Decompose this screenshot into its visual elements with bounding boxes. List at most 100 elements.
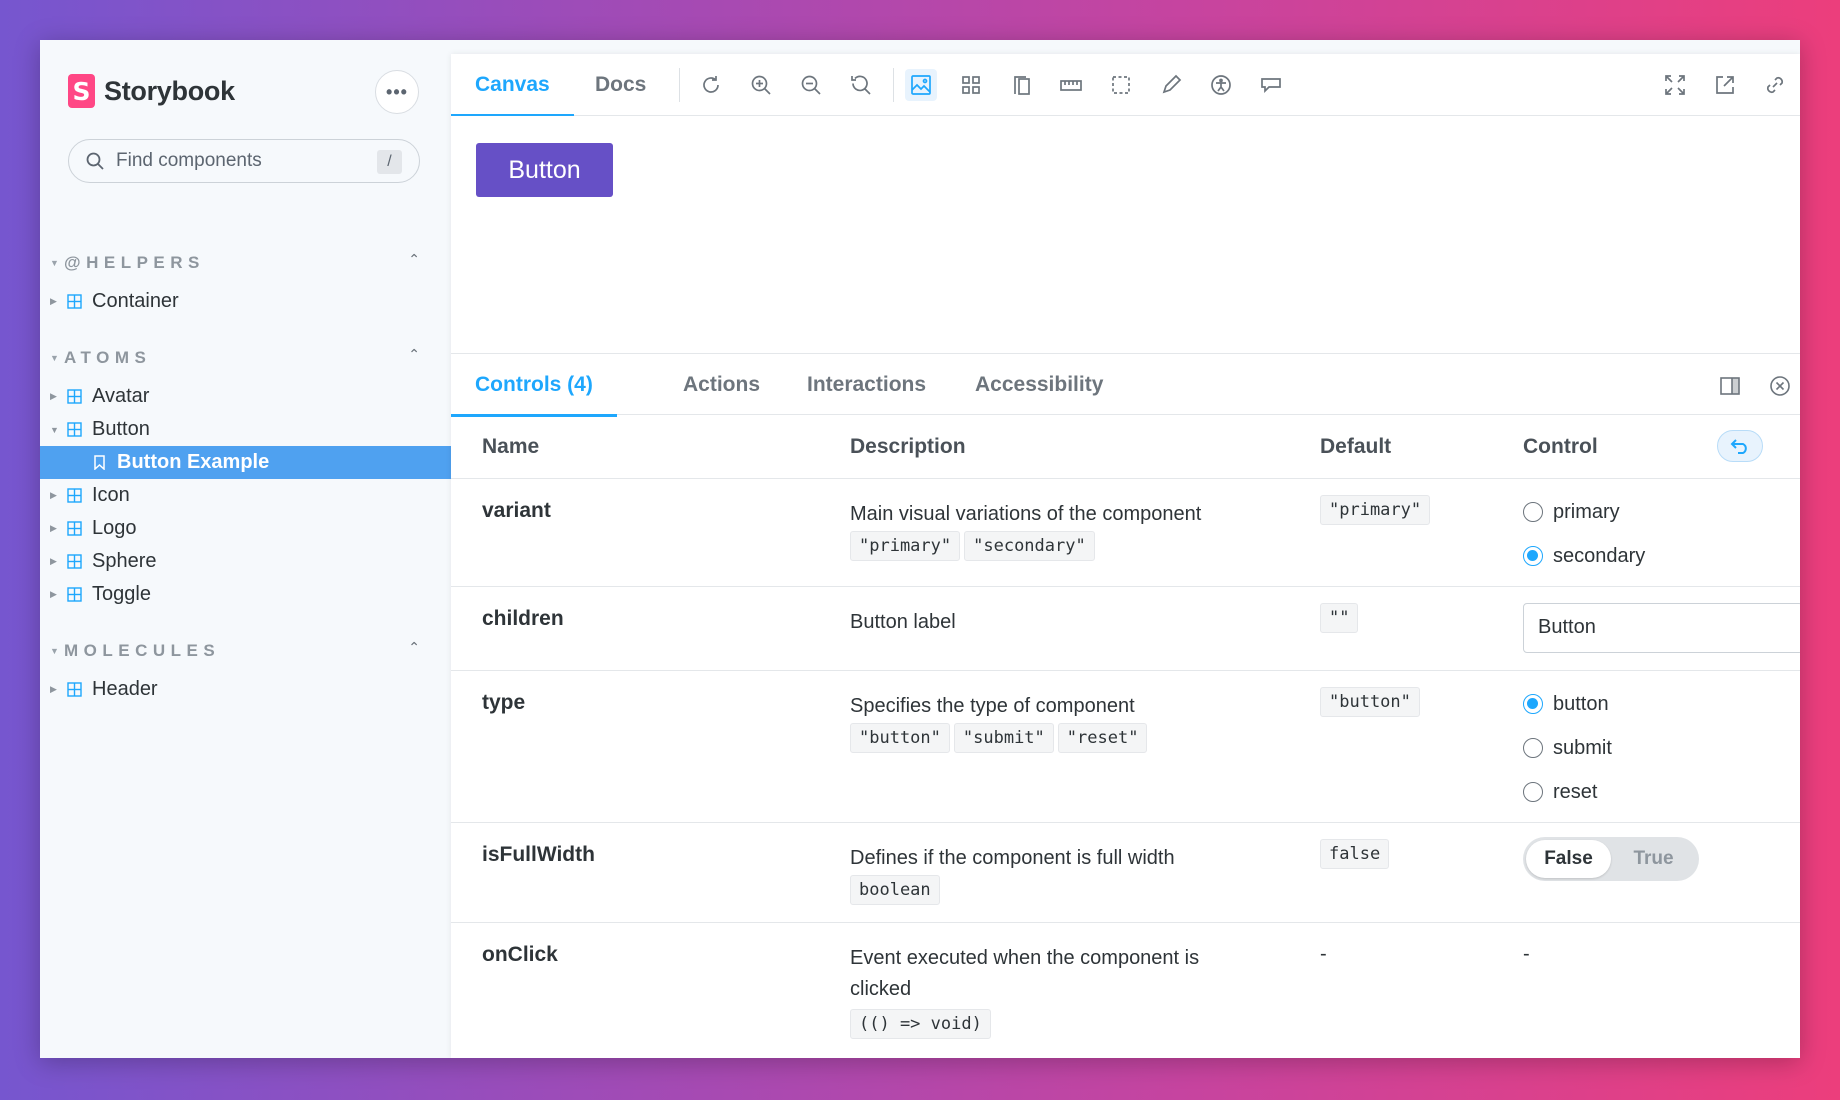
- viewport-icon[interactable]: [1005, 69, 1037, 101]
- pencil-icon[interactable]: [1155, 69, 1187, 101]
- expand-caret-icon: ▶: [50, 556, 57, 566]
- component-icon: [67, 294, 82, 309]
- table-row: onClick Event executed when the componen…: [451, 923, 1800, 1058]
- open-new-tab-icon[interactable]: [1709, 69, 1741, 101]
- table-row: children Button label "": [451, 587, 1800, 671]
- prop-description: Event executed when the component is cli…: [850, 943, 1240, 1039]
- collapse-caret-icon: ▼: [50, 646, 59, 656]
- component-icon: [67, 554, 82, 569]
- type-chip: "button": [850, 723, 950, 753]
- expand-all-icon[interactable]: ⌃: [408, 639, 420, 656]
- radio-option[interactable]: primary: [1523, 490, 1645, 534]
- default-chip: "": [1320, 603, 1359, 633]
- tree-item-header[interactable]: ▶ Header: [40, 673, 451, 706]
- search-box[interactable]: /: [68, 139, 420, 183]
- toolbar-divider: [893, 68, 894, 102]
- radio-option[interactable]: submit: [1523, 726, 1612, 770]
- header-description: Description: [850, 435, 966, 458]
- radio-label: primary: [1553, 500, 1620, 523]
- tab-docs[interactable]: Docs: [595, 54, 646, 116]
- tree-item-label: Container: [92, 290, 179, 312]
- background-icon[interactable]: [905, 69, 937, 101]
- group-atoms[interactable]: ▼ ATOMS ⌃: [50, 346, 420, 369]
- tree-item-button-example[interactable]: Button Example: [40, 446, 451, 479]
- sidebar-menu-button[interactable]: •••: [375, 70, 419, 114]
- radio-option[interactable]: button: [1523, 682, 1612, 726]
- radio-group-type: button submit reset: [1523, 691, 1612, 814]
- radio-option[interactable]: secondary: [1523, 534, 1645, 578]
- tab-actions[interactable]: Actions: [683, 354, 760, 416]
- zoom-reset-icon[interactable]: [845, 69, 877, 101]
- prop-default: false: [1320, 839, 1393, 869]
- measure-icon[interactable]: [1055, 69, 1087, 101]
- search-input[interactable]: [116, 150, 366, 172]
- component-icon: [67, 521, 82, 536]
- tree-item-icon[interactable]: ▶ Icon: [40, 479, 451, 512]
- search-shortcut-key: /: [377, 150, 402, 174]
- prop-default: "button": [1320, 687, 1424, 717]
- expand-caret-icon: ▶: [50, 296, 57, 306]
- expand-all-icon[interactable]: ⌃: [408, 251, 420, 268]
- canvas-preview: Button: [451, 116, 1800, 353]
- tree-item-container[interactable]: ▶ Container: [40, 285, 451, 318]
- type-chip: "primary": [850, 531, 961, 561]
- tree-item-sphere[interactable]: ▶ Sphere: [40, 545, 451, 578]
- description-text: Defines if the component is full width: [850, 847, 1175, 869]
- brand[interactable]: S Storybook: [68, 74, 235, 108]
- close-panel-icon[interactable]: [1767, 373, 1793, 399]
- grid-icon[interactable]: [955, 69, 987, 101]
- type-chip: boolean: [850, 875, 940, 905]
- children-text-input[interactable]: [1523, 603, 1800, 653]
- toggle-false-option[interactable]: False: [1526, 840, 1611, 878]
- radio-option[interactable]: reset: [1523, 770, 1612, 814]
- tab-accessibility[interactable]: Accessibility: [975, 354, 1103, 416]
- radio-label: reset: [1553, 780, 1598, 803]
- component-icon: [67, 422, 82, 437]
- tree-item-avatar[interactable]: ▶ Avatar: [40, 380, 451, 413]
- group-helpers[interactable]: ▼ @HELPERS ⌃: [50, 251, 420, 274]
- table-row: type Specifies the type of component "bu…: [451, 671, 1800, 823]
- prop-name: children: [482, 607, 564, 630]
- radio-label: submit: [1553, 736, 1612, 759]
- tree-item-logo[interactable]: ▶ Logo: [40, 512, 451, 545]
- tree-item-toggle[interactable]: ▶ Toggle: [40, 578, 451, 611]
- expand-all-icon[interactable]: ⌃: [408, 346, 420, 363]
- tab-controls[interactable]: Controls (4): [451, 354, 617, 417]
- tree-item-label: Logo: [92, 517, 137, 539]
- expand-caret-icon: ▶: [50, 490, 57, 500]
- default-chip: "button": [1320, 687, 1420, 717]
- expand-caret-icon: ▶: [50, 391, 57, 401]
- toolbar-divider: [679, 68, 680, 102]
- reset-controls-button[interactable]: [1717, 430, 1763, 462]
- boolean-toggle[interactable]: False True: [1523, 837, 1699, 881]
- group-molecules[interactable]: ▼ MOLECULES ⌃: [50, 639, 420, 662]
- collapse-caret-icon: ▼: [50, 258, 59, 268]
- radio-circle: [1523, 782, 1543, 802]
- tab-canvas[interactable]: Canvas: [451, 54, 574, 117]
- toggle-true-option[interactable]: True: [1611, 840, 1696, 878]
- fullscreen-icon[interactable]: [1659, 69, 1691, 101]
- radio-circle: [1523, 738, 1543, 758]
- tab-interactions[interactable]: Interactions: [807, 354, 926, 416]
- tree-item-label: Button: [92, 418, 150, 440]
- zoom-in-icon[interactable]: [745, 69, 777, 101]
- panel-orientation-icon[interactable]: [1717, 373, 1743, 399]
- speech-icon[interactable]: [1255, 69, 1287, 101]
- zoom-out-icon[interactable]: [795, 69, 827, 101]
- accessibility-icon[interactable]: [1205, 69, 1237, 101]
- brand-name: Storybook: [104, 75, 235, 106]
- tree-item-button[interactable]: ▼ Button: [40, 413, 451, 446]
- type-chip: (() => void): [850, 1009, 991, 1039]
- link-icon[interactable]: [1759, 69, 1791, 101]
- storybook-window: S Storybook ••• / ▼ @HELPERS ⌃ ▶ Contain…: [40, 40, 1800, 1058]
- prop-name: type: [482, 691, 526, 714]
- preview-button[interactable]: Button: [476, 143, 613, 197]
- description-text: Button label: [850, 611, 956, 633]
- description-text: Main visual variations of the component: [850, 503, 1202, 525]
- type-chip: "secondary": [964, 531, 1095, 561]
- component-icon: [67, 488, 82, 503]
- reload-icon[interactable]: [695, 69, 727, 101]
- expand-caret-icon: ▶: [50, 589, 57, 599]
- outline-icon[interactable]: [1105, 69, 1137, 101]
- tree-item-label: Icon: [92, 484, 130, 506]
